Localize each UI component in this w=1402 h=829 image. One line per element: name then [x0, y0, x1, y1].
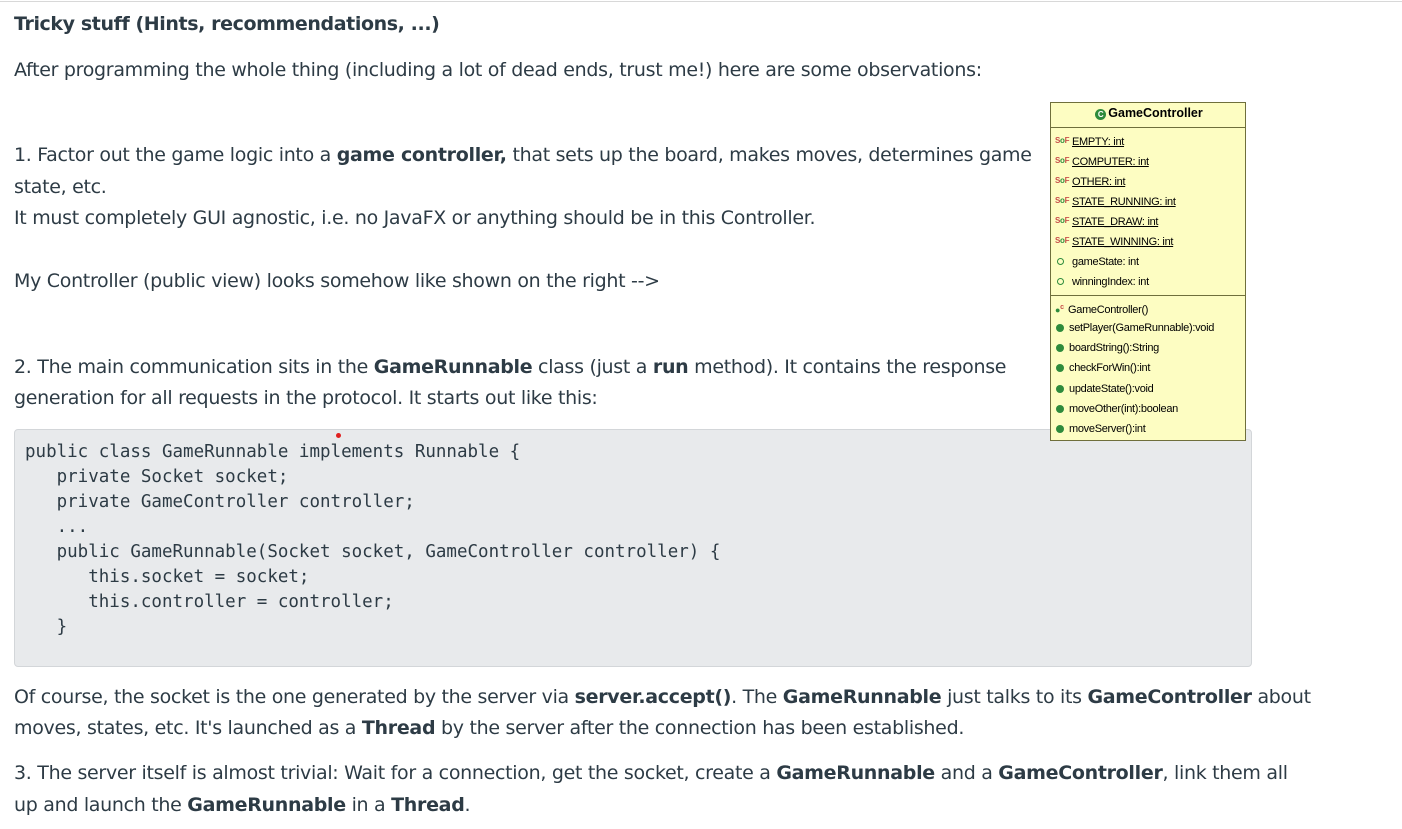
- uml-static-field: SoF OTHER: int: [1055, 173, 1126, 189]
- public-method-icon: [1056, 384, 1064, 393]
- static-final-icon: SoF: [1055, 156, 1070, 165]
- class-icon: C: [1095, 109, 1107, 120]
- uml-method: moveOther(int):boolean: [1055, 401, 1178, 417]
- static-final-icon: SoF: [1055, 236, 1070, 245]
- uml-method: updateState():void: [1055, 381, 1154, 397]
- item3-line2: up and launch the GameRunnable in a Thre…: [14, 794, 471, 816]
- uml-method: boardString():String: [1055, 340, 1159, 356]
- code-line: ...: [25, 517, 89, 537]
- code-line: }: [25, 617, 68, 637]
- public-method-icon: [1056, 323, 1064, 332]
- public-method-icon: [1056, 343, 1064, 352]
- uml-static-field: SoF EMPTY: int: [1055, 133, 1124, 149]
- field-icon: [1057, 258, 1064, 266]
- uml-constructor: ●c GameController(): [1055, 300, 1148, 316]
- code-line: public class GameRunnable implements Run…: [25, 442, 521, 462]
- item2-line2: generation for all requests in the proto…: [14, 387, 598, 409]
- code-line: public GameRunnable(Socket socket, GameC…: [25, 542, 721, 562]
- uml-method: moveServer():int: [1055, 421, 1146, 437]
- top-divider: [0, 1, 1402, 2]
- public-method-icon: [1056, 404, 1064, 413]
- uml-static-field: SoF STATE_WINNING: int: [1055, 233, 1173, 249]
- public-method-icon: [1056, 424, 1064, 433]
- uml-field: gameState: int: [1055, 254, 1139, 270]
- uml-method: setPlayer(GameRunnable):void: [1055, 320, 1214, 336]
- code-block: public class GameRunnable implements Run…: [14, 429, 1252, 667]
- intro-paragraph: After programming the whole thing (inclu…: [14, 59, 982, 81]
- section-heading: Tricky stuff (Hints, recommendations, ..…: [14, 13, 440, 35]
- cursor-marker: [336, 433, 341, 438]
- item1-line1: 1. Factor out the game logic into a game…: [14, 144, 1032, 166]
- uml-class-title: C GameController: [1051, 106, 1247, 120]
- item1-line2: state, etc.: [14, 176, 107, 198]
- uml-class-diagram: C GameController SoF EMPTY: int SoF COMPUTE…: [1050, 102, 1246, 441]
- constructor-icon: ●c: [1055, 304, 1064, 315]
- code-line: this.socket = socket;: [25, 567, 310, 587]
- code-line: private GameController controller;: [25, 492, 415, 512]
- static-final-icon: SoF: [1055, 216, 1070, 225]
- item2-line1: 2. The main communication sits in the Ga…: [14, 356, 1007, 378]
- uml-static-field: SoF STATE_DRAW: int: [1055, 213, 1158, 229]
- uml-divider: [1051, 295, 1245, 296]
- code-line: this.controller = controller;: [25, 592, 394, 612]
- static-final-icon: SoF: [1055, 196, 1070, 205]
- code-line: private Socket socket;: [25, 467, 289, 487]
- course-line1: Of course, the socket is the one generat…: [14, 686, 1311, 708]
- uml-field: winningIndex: int: [1055, 274, 1149, 290]
- uml-static-field: SoF STATE_RUNNING: int: [1055, 193, 1176, 209]
- uml-static-field: SoF COMPUTER: int: [1055, 153, 1149, 169]
- course-line2: moves, states, etc. It's launched as a T…: [14, 717, 965, 739]
- field-icon: [1057, 278, 1064, 286]
- uml-divider: [1051, 127, 1245, 128]
- static-final-icon: SoF: [1055, 176, 1070, 185]
- item3-line1: 3. The server itself is almost trivial: …: [14, 762, 1288, 784]
- item1-line3: It must completely GUI agnostic, i.e. no…: [14, 207, 816, 229]
- item1-line4: My Controller (public view) looks someho…: [14, 270, 660, 292]
- uml-method: checkForWin():int: [1055, 360, 1150, 376]
- public-method-icon: [1056, 363, 1064, 372]
- static-final-icon: SoF: [1055, 136, 1070, 145]
